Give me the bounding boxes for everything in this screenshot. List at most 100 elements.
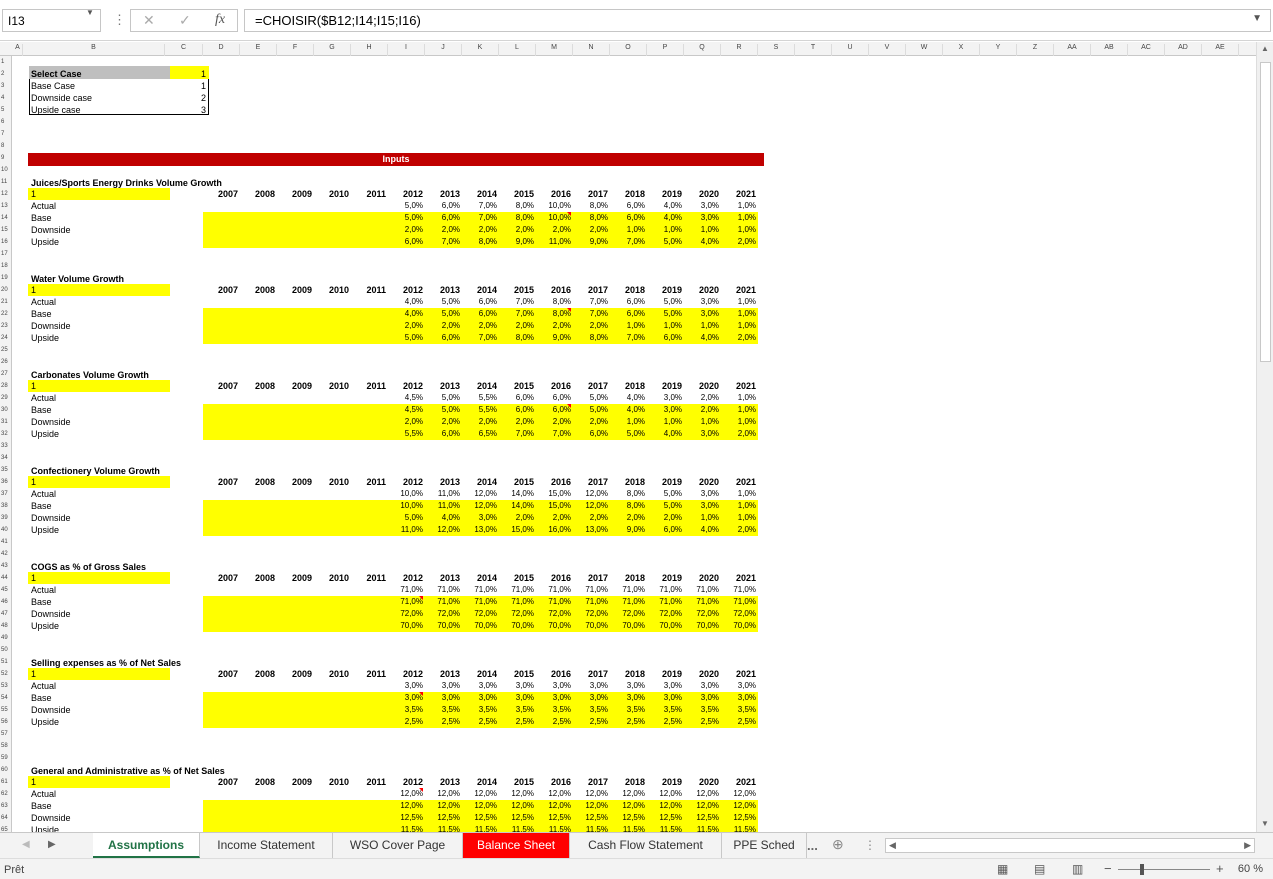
row-header[interactable]: 26 — [0, 356, 11, 368]
data-cell[interactable]: 11,5% — [573, 824, 608, 832]
data-cell[interactable]: 11,5% — [721, 824, 756, 832]
data-cell[interactable]: 4,0% — [610, 404, 645, 416]
row-header[interactable]: 6 — [0, 116, 11, 128]
scroll-right-icon[interactable]: ▶ — [1244, 840, 1251, 851]
data-cell[interactable]: 2,0% — [462, 320, 497, 332]
row-header[interactable]: 14 — [0, 212, 11, 224]
column-header[interactable]: T — [795, 44, 832, 56]
data-cell[interactable]: 1,0% — [684, 512, 719, 524]
row-header[interactable]: 60 — [0, 764, 11, 776]
data-cell[interactable]: 12,0% — [425, 524, 460, 536]
data-cell[interactable]: 6,0% — [425, 332, 460, 344]
data-cell[interactable]: 2,0% — [647, 512, 682, 524]
data-cell[interactable]: 1,0% — [721, 404, 756, 416]
data-cell[interactable]: 2,0% — [462, 416, 497, 428]
more-tabs[interactable]: ... — [807, 838, 818, 853]
page-break-icon[interactable]: ▥ — [1072, 862, 1083, 876]
data-cell[interactable]: 12,0% — [647, 800, 682, 812]
data-cell[interactable]: 71,0% — [610, 584, 645, 596]
data-cell[interactable]: 71,0% — [536, 596, 571, 608]
data-cell[interactable]: 6,0% — [462, 308, 497, 320]
data-cell[interactable]: 3,0% — [499, 680, 534, 692]
zoom-slider-thumb[interactable] — [1140, 864, 1144, 875]
data-cell[interactable]: 71,0% — [388, 584, 423, 596]
data-cell[interactable]: 71,0% — [573, 596, 608, 608]
data-cell[interactable]: 1,0% — [721, 296, 756, 308]
column-header[interactable]: Q — [684, 44, 721, 56]
data-cell[interactable]: 3,0% — [647, 404, 682, 416]
data-cell[interactable]: 2,0% — [425, 320, 460, 332]
section-selector-cell[interactable] — [28, 572, 170, 584]
data-cell[interactable]: 72,0% — [573, 608, 608, 620]
data-cell[interactable]: 12,0% — [388, 800, 423, 812]
data-cell[interactable]: 7,0% — [462, 212, 497, 224]
data-cell[interactable]: 2,0% — [425, 224, 460, 236]
data-cell[interactable]: 2,0% — [684, 392, 719, 404]
row-header[interactable]: 15 — [0, 224, 11, 236]
data-cell[interactable]: 3,5% — [721, 704, 756, 716]
data-cell[interactable]: 12,5% — [462, 812, 497, 824]
column-header[interactable]: M — [536, 44, 573, 56]
sheet-grid[interactable]: Inputs Select Case 1 Base Case 1 Downside ca… — [13, 56, 1256, 832]
data-cell[interactable]: 3,0% — [573, 692, 608, 704]
data-cell[interactable]: 3,0% — [684, 500, 719, 512]
more-vertical-icon[interactable]: ⋮ — [113, 12, 126, 28]
data-cell[interactable]: 1,0% — [610, 320, 645, 332]
data-cell[interactable]: 3,0% — [462, 680, 497, 692]
data-cell[interactable]: 1,0% — [610, 416, 645, 428]
data-cell[interactable]: 12,0% — [499, 788, 534, 800]
data-cell[interactable]: 2,0% — [499, 512, 534, 524]
column-header[interactable]: AE — [1202, 44, 1239, 56]
data-cell[interactable]: 71,0% — [425, 584, 460, 596]
data-cell[interactable]: 3,0% — [684, 692, 719, 704]
normal-view-icon[interactable]: ▦ — [997, 862, 1008, 876]
data-cell[interactable]: 71,0% — [499, 584, 534, 596]
data-cell[interactable]: 1,0% — [647, 224, 682, 236]
data-cell[interactable]: 5,5% — [388, 428, 423, 440]
data-cell[interactable]: 6,0% — [425, 200, 460, 212]
row-header[interactable]: 8 — [0, 140, 11, 152]
data-cell[interactable]: 2,5% — [647, 716, 682, 728]
data-cell[interactable]: 70,0% — [610, 620, 645, 632]
column-header[interactable]: X — [943, 44, 980, 56]
data-cell[interactable]: 3,0% — [684, 296, 719, 308]
page-layout-icon[interactable]: ▤ — [1034, 862, 1045, 876]
column-header[interactable]: P — [647, 44, 684, 56]
cancel-icon[interactable]: ✕ — [143, 12, 155, 29]
column-header[interactable]: G — [314, 44, 351, 56]
row-header[interactable]: 63 — [0, 800, 11, 812]
sheet-tab[interactable]: Income Statement — [200, 833, 333, 858]
data-cell[interactable]: 6,5% — [462, 428, 497, 440]
section-selector-cell[interactable] — [28, 188, 170, 200]
column-header[interactable]: S — [758, 44, 795, 56]
data-cell[interactable]: 6,0% — [610, 200, 645, 212]
data-cell[interactable]: 2,0% — [499, 320, 534, 332]
data-cell[interactable]: 72,0% — [499, 608, 534, 620]
data-cell[interactable]: 6,0% — [647, 524, 682, 536]
section-selector-cell[interactable] — [28, 476, 170, 488]
data-cell[interactable]: 2,5% — [573, 716, 608, 728]
row-header[interactable]: 50 — [0, 644, 11, 656]
column-header[interactable]: Y — [980, 44, 1017, 56]
data-cell[interactable]: 2,0% — [573, 224, 608, 236]
data-cell[interactable]: 2,5% — [425, 716, 460, 728]
data-cell[interactable]: 5,0% — [647, 500, 682, 512]
sheet-tab[interactable]: Assumptions — [93, 833, 200, 858]
data-cell[interactable]: 3,5% — [684, 704, 719, 716]
data-cell[interactable]: 72,0% — [684, 608, 719, 620]
data-cell[interactable]: 5,0% — [573, 392, 608, 404]
data-cell[interactable]: 4,0% — [647, 200, 682, 212]
data-cell[interactable]: 71,0% — [647, 596, 682, 608]
data-cell[interactable]: 71,0% — [684, 584, 719, 596]
data-cell[interactable]: 6,0% — [610, 212, 645, 224]
data-cell[interactable]: 5,0% — [647, 236, 682, 248]
row-header[interactable]: 40 — [0, 524, 11, 536]
column-header[interactable]: A — [13, 44, 23, 56]
column-header[interactable]: J — [425, 44, 462, 56]
data-cell[interactable]: 3,0% — [610, 680, 645, 692]
row-header[interactable]: 5 — [0, 104, 11, 116]
data-cell[interactable]: 12,0% — [462, 500, 497, 512]
data-cell[interactable]: 71,0% — [721, 584, 756, 596]
row-header[interactable]: 1 — [0, 56, 11, 68]
data-cell[interactable]: 2,5% — [536, 716, 571, 728]
